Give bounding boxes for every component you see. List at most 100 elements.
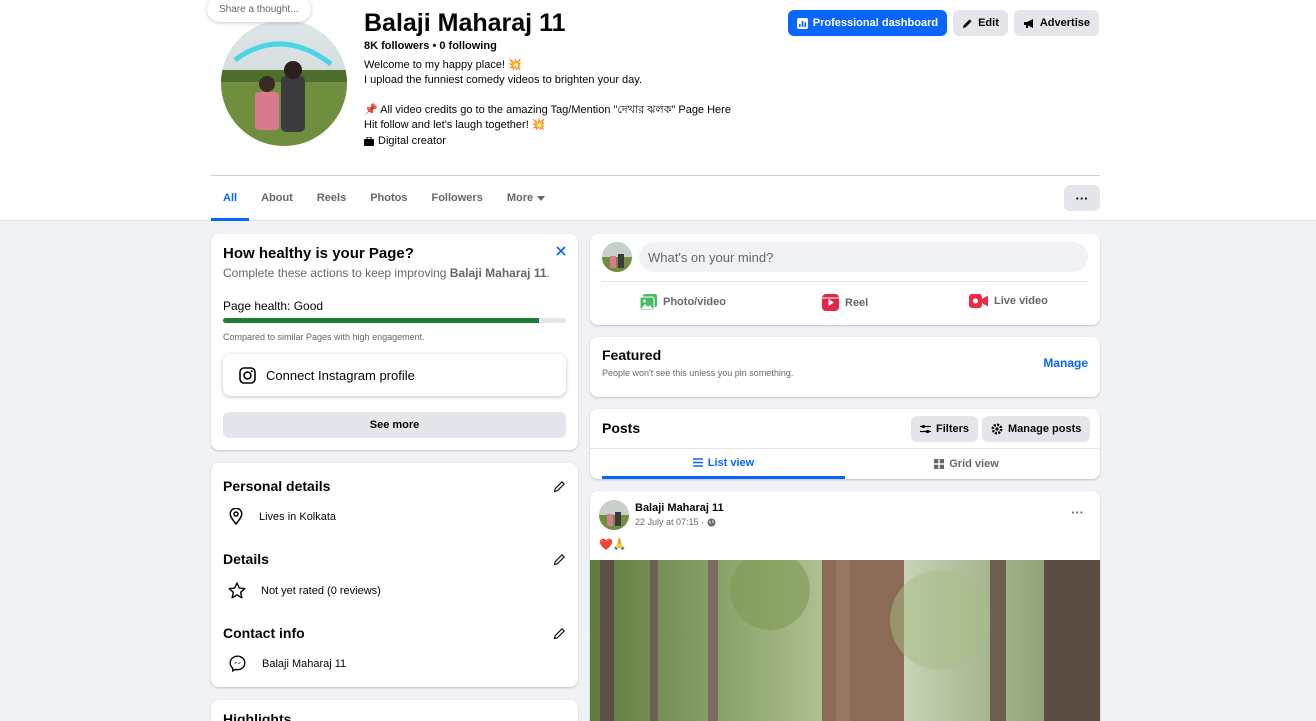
list-icon [692, 458, 703, 467]
close-icon[interactable] [556, 246, 566, 256]
filters-icon [920, 424, 931, 434]
bio-line [364, 88, 731, 103]
edit-contact-pencil-icon[interactable] [552, 626, 566, 640]
messenger-icon [229, 655, 246, 672]
status-input[interactable]: What's on your mind? [639, 242, 1088, 272]
rating-row: Not yet rated (0 reviews) [228, 582, 381, 599]
filters-button[interactable]: Filters [911, 416, 979, 442]
health-status: Page health: Good [223, 299, 324, 313]
gear-icon [991, 423, 1003, 435]
list-view-tab[interactable]: List view [602, 449, 845, 479]
briefcase-icon [364, 136, 374, 146]
edit-personal-pencil-icon[interactable] [552, 479, 566, 493]
reel-icon [822, 294, 839, 311]
highlights-heading: Highlights [223, 711, 292, 721]
manage-posts-label: Manage posts [1008, 423, 1082, 435]
featured-heading: Featured [602, 347, 662, 363]
photo-video-button[interactable]: Photo/video [640, 294, 726, 310]
composer-divider [602, 281, 1088, 282]
live-video-icon [969, 294, 988, 308]
post-video-thumbnail[interactable] [590, 550, 1100, 721]
follower-stats[interactable]: 8K followers • 0 following [364, 40, 497, 52]
more-options-button[interactable]: ··· [1064, 185, 1100, 211]
post-card: Balaji Maharaj 11 22 July at 07:15 · ···… [590, 491, 1100, 721]
reel-button[interactable]: Reel [822, 294, 868, 311]
health-title: How healthy is your Page? [223, 245, 414, 262]
post-meta: 22 July at 07:15 · [635, 517, 716, 527]
filters-label: Filters [936, 423, 970, 435]
composer-avatar [602, 242, 632, 272]
tab-about[interactable]: About [249, 176, 305, 220]
reel-label: Reel [845, 296, 869, 309]
live-video-button[interactable]: Live video [969, 294, 1048, 308]
tab-photos[interactable]: Photos [358, 176, 419, 220]
lives-in-text: Lives in Kolkata [259, 510, 337, 523]
globe-icon [707, 518, 716, 527]
share-thought-bubble[interactable]: Share a thought... [207, 0, 311, 22]
advertise-label: Advertise [1039, 17, 1090, 29]
profile-avatar[interactable] [221, 20, 347, 146]
health-subtitle-suffix: . [546, 266, 550, 280]
page-category: Digital creator [364, 135, 446, 147]
highlights-card: Highlights [211, 700, 578, 721]
page-bio: Welcome to my happy place! 💥 I upload th… [364, 58, 731, 133]
post-author-name[interactable]: Balaji Maharaj 11 [635, 502, 724, 514]
location-pin-icon [229, 508, 243, 525]
messenger-row: Balaji Maharaj 11 [229, 655, 346, 672]
profile-header: Share a thought... Balaji Maharaj 11 8K … [0, 0, 1316, 221]
live-video-label: Live video [994, 295, 1048, 307]
edit-details-pencil-icon[interactable] [552, 552, 566, 566]
photo-video-label: Photo/video [663, 296, 726, 308]
posts-heading: Posts [602, 420, 641, 436]
grid-icon [934, 459, 945, 469]
rating-text: Not yet rated (0 reviews) [261, 584, 381, 597]
featured-card: Featured People won't see this unless yo… [590, 337, 1100, 397]
page-title: Balaji Maharaj 11 [364, 9, 566, 37]
professional-dashboard-button[interactable]: Professional dashboard [787, 10, 948, 36]
featured-subtitle: People won't see this unless you pin som… [602, 368, 794, 378]
health-progress-fill [223, 318, 539, 323]
category-label: Digital creator [378, 135, 446, 147]
grid-view-label: Grid view [949, 458, 999, 470]
details-heading: Details [223, 551, 269, 567]
health-subtitle: Complete these actions to keep improving… [223, 266, 550, 280]
dashboard-label: Professional dashboard [812, 17, 939, 29]
post-caption: ❤️🙏 [599, 539, 627, 551]
post-options-button[interactable]: ··· [1071, 505, 1084, 520]
tab-reels[interactable]: Reels [305, 176, 358, 220]
list-view-label: List view [707, 456, 755, 469]
edit-label: Edit [978, 17, 999, 29]
see-more-button[interactable]: See more [223, 412, 566, 438]
composer-card: What's on your mind? Photo/video Reel Li… [590, 234, 1100, 325]
personal-details-heading: Personal details [223, 478, 331, 494]
tab-more[interactable]: More [495, 176, 557, 220]
featured-manage-link[interactable]: Manage [1043, 356, 1088, 370]
page-health-card: How healthy is your Page? Complete these… [211, 234, 578, 450]
caret-down-icon [537, 195, 546, 201]
posts-header-card: Posts Filters Manage posts List view Gri… [590, 409, 1100, 479]
post-author-avatar[interactable] [599, 500, 629, 530]
bio-line: Welcome to my happy place! 💥 [364, 59, 522, 71]
messenger-text[interactable]: Balaji Maharaj 11 [262, 658, 346, 670]
chart-icon [796, 17, 808, 29]
manage-posts-button[interactable]: Manage posts [982, 416, 1091, 442]
edit-button[interactable]: Edit [953, 10, 1008, 36]
instagram-icon [239, 366, 256, 384]
bio-line: Hit follow and let's laugh together! 💥 [364, 119, 546, 131]
advertise-button[interactable]: Advertise [1013, 10, 1099, 36]
instagram-label: Connect Instagram profile [266, 367, 415, 383]
profile-tabs: All About Reels Photos Followers More [211, 176, 557, 221]
bio-line: 📌 All video credits go to the amazing Ta… [364, 104, 731, 116]
grid-view-tab[interactable]: Grid view [845, 449, 1088, 479]
star-icon [228, 582, 246, 599]
post-timestamp[interactable]: 22 July at 07:15 · [635, 517, 704, 527]
tab-followers[interactable]: Followers [419, 176, 494, 220]
connect-instagram-button[interactable]: Connect Instagram profile [223, 354, 566, 396]
health-compare-note: Compared to similar Pages with high enga… [223, 332, 425, 342]
tab-all[interactable]: All [211, 176, 250, 221]
about-card: Personal details Lives in Kolkata Detail… [211, 463, 578, 687]
tab-more-label: More [506, 192, 534, 204]
health-subtitle-page: Balaji Maharaj 11 [449, 266, 547, 280]
megaphone-icon [1023, 18, 1035, 29]
photo-icon [640, 294, 657, 310]
